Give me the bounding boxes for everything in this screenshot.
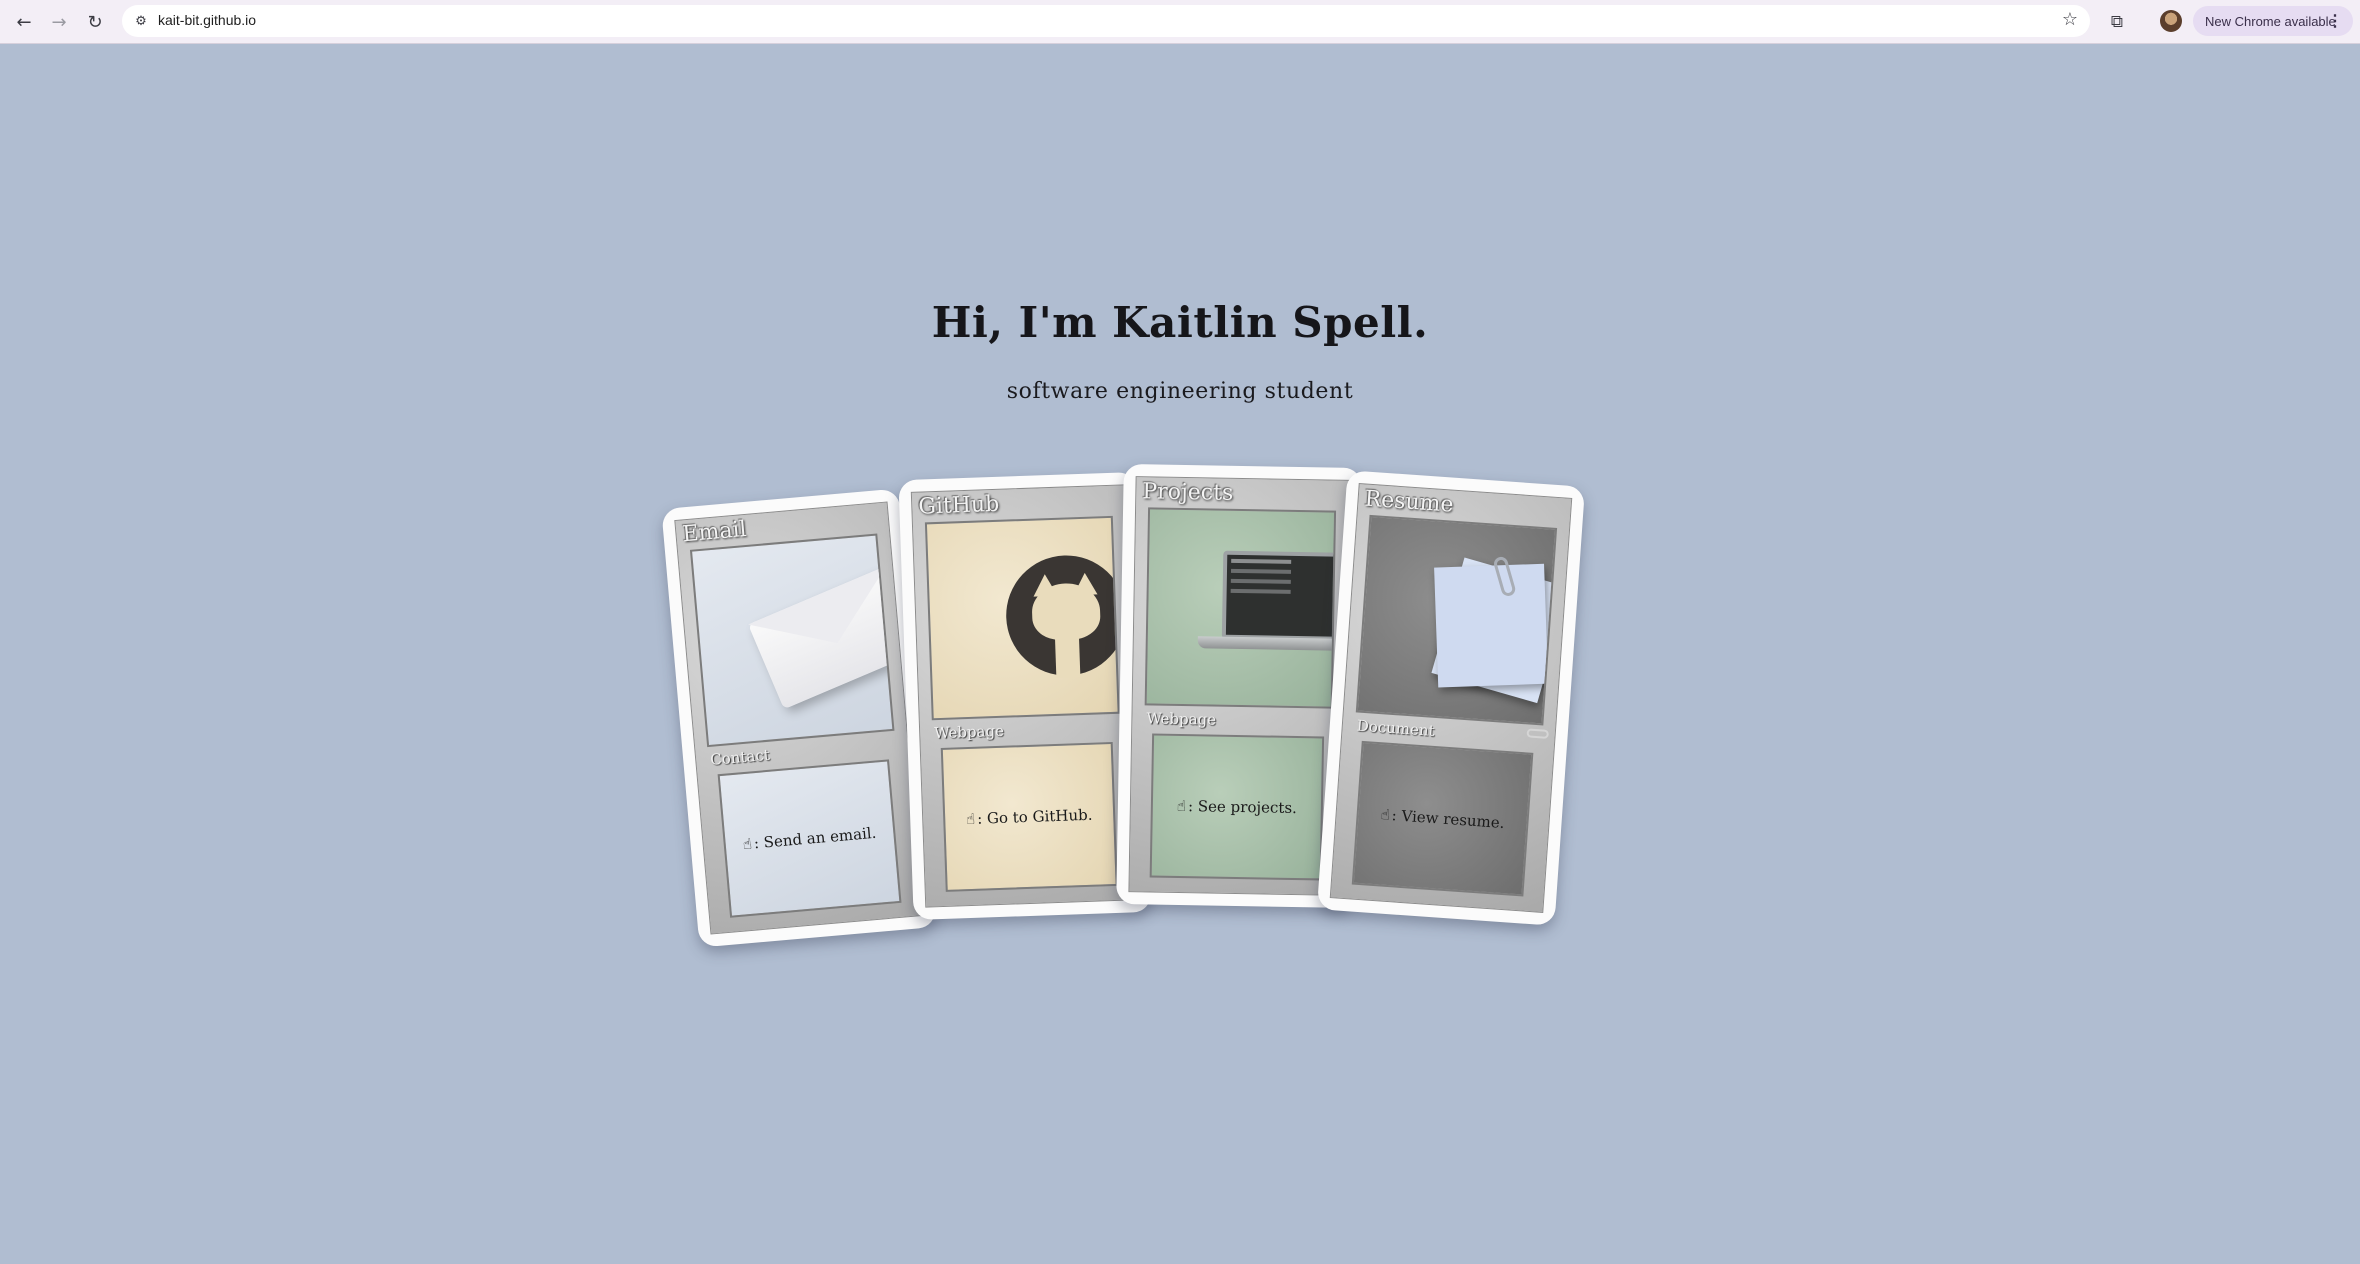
update-label: New Chrome available	[2205, 13, 2336, 29]
paper-icon	[1434, 563, 1549, 688]
resume-card-frame: Resume Document ☝: View resume.	[1329, 483, 1573, 913]
cursor-click-icon: ☝	[1176, 796, 1187, 816]
chrome-update-button[interactable]: New Chrome available ⋮	[2193, 6, 2353, 36]
projects-card-frame: Projects Webpage ☝: See projects.	[1128, 476, 1350, 896]
resume-card[interactable]: Resume Document ☝: View resume.	[1316, 470, 1586, 926]
site-settings-icon[interactable]: ⚙	[130, 10, 152, 32]
github-octocat-icon	[1004, 553, 1120, 678]
cursor-click-icon: ☝	[1380, 805, 1391, 824]
projects-card-type: Webpage	[1146, 709, 1217, 729]
resume-card-art	[1355, 514, 1558, 726]
projects-card-art	[1144, 507, 1337, 709]
email-card-action[interactable]: ☝: Send an email.	[742, 824, 877, 854]
url-text[interactable]: kait-bit.github.io	[158, 12, 256, 28]
laptop-icon	[1221, 550, 1337, 641]
extensions-icon[interactable]: ⧉	[2104, 9, 2130, 35]
email-card-frame: Email Contact ☝: Send an email.	[674, 501, 924, 935]
github-card-title: GitHub	[917, 491, 1000, 520]
profile-avatar[interactable]	[2160, 10, 2182, 32]
github-card-textbox: ☝: Go to GitHub.	[940, 741, 1118, 892]
github-card-frame: GitHub Webpage ☝: Go to GitHub.	[910, 484, 1140, 908]
email-card[interactable]: Email Contact ☝: Send an email.	[661, 488, 937, 948]
email-card-title: Email	[681, 516, 748, 548]
resume-card-action[interactable]: ☝: View resume.	[1380, 805, 1505, 832]
cursor-click-icon: ☝	[742, 834, 753, 854]
github-card[interactable]: GitHub Webpage ☝: Go to GitHub.	[898, 471, 1152, 921]
resume-card-title: Resume	[1363, 486, 1455, 518]
projects-card-action[interactable]: ☝: See projects.	[1177, 797, 1297, 817]
address-bar[interactable]: ⚙ kait-bit.github.io ☆	[122, 5, 2090, 37]
laptop-base	[1197, 636, 1337, 652]
page-subtitle: software engineering student	[1006, 379, 1354, 404]
projects-card-title: Projects	[1142, 479, 1234, 506]
github-card-action[interactable]: ☝: Go to GitHub.	[966, 806, 1093, 828]
bookmark-star-icon[interactable]: ☆	[2062, 9, 2078, 30]
email-card-art	[689, 533, 895, 748]
more-menu-icon[interactable]: ⋮	[2327, 11, 2343, 31]
browser-toolbar: ← → ↻ ⚙ kait-bit.github.io ☆ ⧉ New Chrom…	[0, 0, 2360, 44]
github-card-art	[924, 515, 1120, 721]
projects-card-textbox: ☝: See projects.	[1149, 733, 1325, 881]
resume-card-type: Document	[1356, 716, 1436, 740]
email-card-textbox: ☝: Send an email.	[717, 759, 902, 918]
reload-icon[interactable]: ↻	[81, 8, 109, 36]
paperclip-small-icon	[1526, 728, 1550, 739]
cursor-click-icon: ☝	[965, 809, 976, 829]
page-title: Hi, I'm Kaitlin Spell.	[931, 298, 1429, 347]
github-card-type: Webpage	[933, 721, 1005, 743]
back-arrow-icon[interactable]: ←	[10, 8, 38, 36]
envelope-icon	[748, 565, 895, 710]
email-card-type: Contact	[709, 745, 771, 769]
forward-arrow-icon[interactable]: →	[45, 8, 73, 36]
resume-card-textbox: ☝: View resume.	[1351, 740, 1534, 897]
